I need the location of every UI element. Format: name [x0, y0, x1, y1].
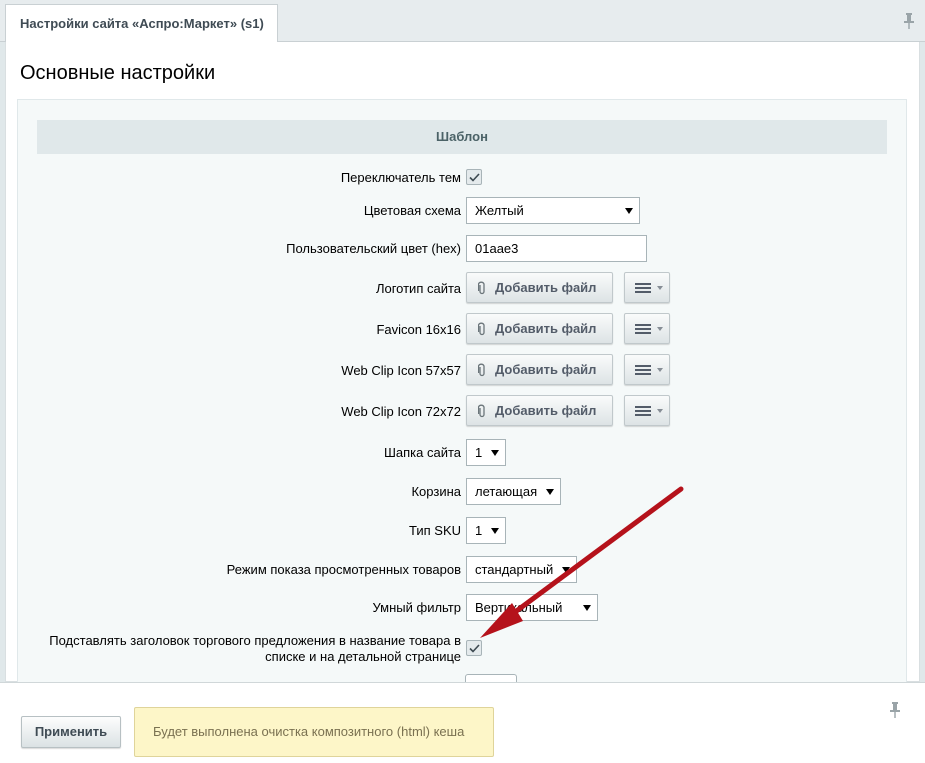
smart-filter-value: Вертикальный: [475, 600, 563, 615]
theme-switcher-label: Переключатель тем: [340, 170, 461, 185]
basket-value: летающая: [475, 484, 538, 499]
dropdown-arrow-icon: [562, 567, 570, 573]
logo-menu-button[interactable]: [624, 272, 670, 303]
tab-bar: Настройки сайта «Аспро:Маркет» (s1): [0, 0, 925, 42]
row-smart-filter: Умный фильтр Вертикальный: [18, 594, 908, 621]
offer-title-label: Подставлять заголовок торгового предложе…: [49, 633, 461, 665]
sku-type-label: Тип SKU: [408, 523, 461, 538]
header-value: 1: [475, 445, 483, 460]
paperclip-icon: [478, 363, 485, 377]
favicon-add-file-button[interactable]: Добавить файл: [466, 313, 613, 344]
custom-color-input[interactable]: [466, 235, 647, 262]
row-basket: Корзина летающая: [18, 478, 908, 505]
checkmark-icon: [469, 173, 480, 182]
row-header: Шапка сайта 1: [18, 439, 908, 466]
partial-next-control[interactable]: [465, 674, 517, 682]
dropdown-arrow-icon: [583, 605, 591, 611]
basket-select[interactable]: летающая: [466, 478, 561, 505]
menu-icon: [635, 324, 651, 334]
template-section: Шаблон Переключатель тем Цветовая схема …: [17, 99, 907, 689]
page-title: Основные настройки: [20, 62, 216, 84]
checkmark-icon: [469, 644, 480, 653]
footer-bar: Применить Будет выполнена очистка композ…: [0, 682, 925, 763]
chevron-down-icon: [657, 409, 663, 413]
smart-filter-label: Умный фильтр: [372, 600, 462, 615]
basket-label: Корзина: [411, 484, 461, 499]
dropdown-arrow-icon: [546, 489, 554, 495]
webclip72-add-file-label: Добавить файл: [495, 403, 597, 418]
offer-title-label-line1: Подставлять заголовок торгового предложе…: [49, 633, 461, 648]
smart-filter-select[interactable]: Вертикальный: [466, 594, 598, 621]
custom-color-label: Пользовательский цвет (hex): [286, 241, 461, 256]
sku-type-select[interactable]: 1: [466, 517, 506, 544]
logo-add-file-button[interactable]: Добавить файл: [466, 272, 613, 303]
favicon-menu-button[interactable]: [624, 313, 670, 344]
paperclip-icon: [478, 404, 485, 418]
offer-title-checkbox[interactable]: [466, 640, 482, 656]
webclip57-menu-button[interactable]: [624, 354, 670, 385]
row-viewed-mode: Режим показа просмотренных товаров станд…: [18, 556, 908, 583]
tab-site-settings[interactable]: Настройки сайта «Аспро:Маркет» (s1): [5, 4, 278, 42]
viewed-mode-value: стандартный: [475, 562, 554, 577]
webclip72-menu-button[interactable]: [624, 395, 670, 426]
webclip57-add-file-label: Добавить файл: [495, 362, 597, 377]
header-select[interactable]: 1: [466, 439, 506, 466]
viewed-mode-label: Режим показа просмотренных товаров: [226, 562, 461, 577]
section-header: Шаблон: [37, 120, 887, 154]
settings-panel: Основные настройки Шаблон Переключатель …: [5, 42, 920, 689]
chevron-down-icon: [657, 368, 663, 372]
webclip72-add-file-button[interactable]: Добавить файл: [466, 395, 613, 426]
webclip57-add-file-button[interactable]: Добавить файл: [466, 354, 613, 385]
row-color-scheme: Цветовая схема Желтый: [18, 197, 908, 224]
offer-title-label-line2: списке и на детальной странице: [265, 649, 461, 664]
apply-button[interactable]: Применить: [21, 716, 121, 748]
menu-icon: [635, 365, 651, 375]
logo-label: Логотип сайта: [375, 281, 461, 296]
favicon-add-file-label: Добавить файл: [495, 321, 597, 336]
webclip57-label: Web Clip Icon 57x57: [341, 363, 461, 378]
cache-notice: Будет выполнена очистка композитного (ht…: [134, 707, 494, 757]
color-scheme-value: Желтый: [475, 203, 524, 218]
paperclip-icon: [478, 322, 485, 336]
header-label: Шапка сайта: [383, 445, 461, 460]
dropdown-arrow-icon: [491, 528, 499, 534]
row-theme-switcher: Переключатель тем: [18, 168, 908, 185]
chevron-down-icon: [657, 286, 663, 290]
menu-icon: [635, 283, 651, 293]
paperclip-icon: [478, 281, 485, 295]
row-sku-type: Тип SKU 1: [18, 517, 908, 544]
favicon-label: Favicon 16x16: [376, 322, 461, 337]
chevron-down-icon: [657, 327, 663, 331]
dropdown-arrow-icon: [491, 450, 499, 456]
menu-icon: [635, 406, 651, 416]
pin-icon[interactable]: [903, 13, 915, 29]
logo-add-file-label: Добавить файл: [495, 280, 597, 295]
row-offer-title: Подставлять заголовок торгового предложе…: [18, 633, 908, 664]
viewed-mode-select[interactable]: стандартный: [466, 556, 577, 583]
sku-type-value: 1: [475, 523, 483, 538]
dropdown-arrow-icon: [625, 208, 633, 214]
theme-switcher-checkbox[interactable]: [466, 169, 482, 185]
color-scheme-select[interactable]: Желтый: [466, 197, 640, 224]
color-scheme-label: Цветовая схема: [363, 203, 461, 218]
webclip72-label: Web Clip Icon 72x72: [341, 404, 461, 419]
pin-icon[interactable]: [889, 702, 901, 718]
